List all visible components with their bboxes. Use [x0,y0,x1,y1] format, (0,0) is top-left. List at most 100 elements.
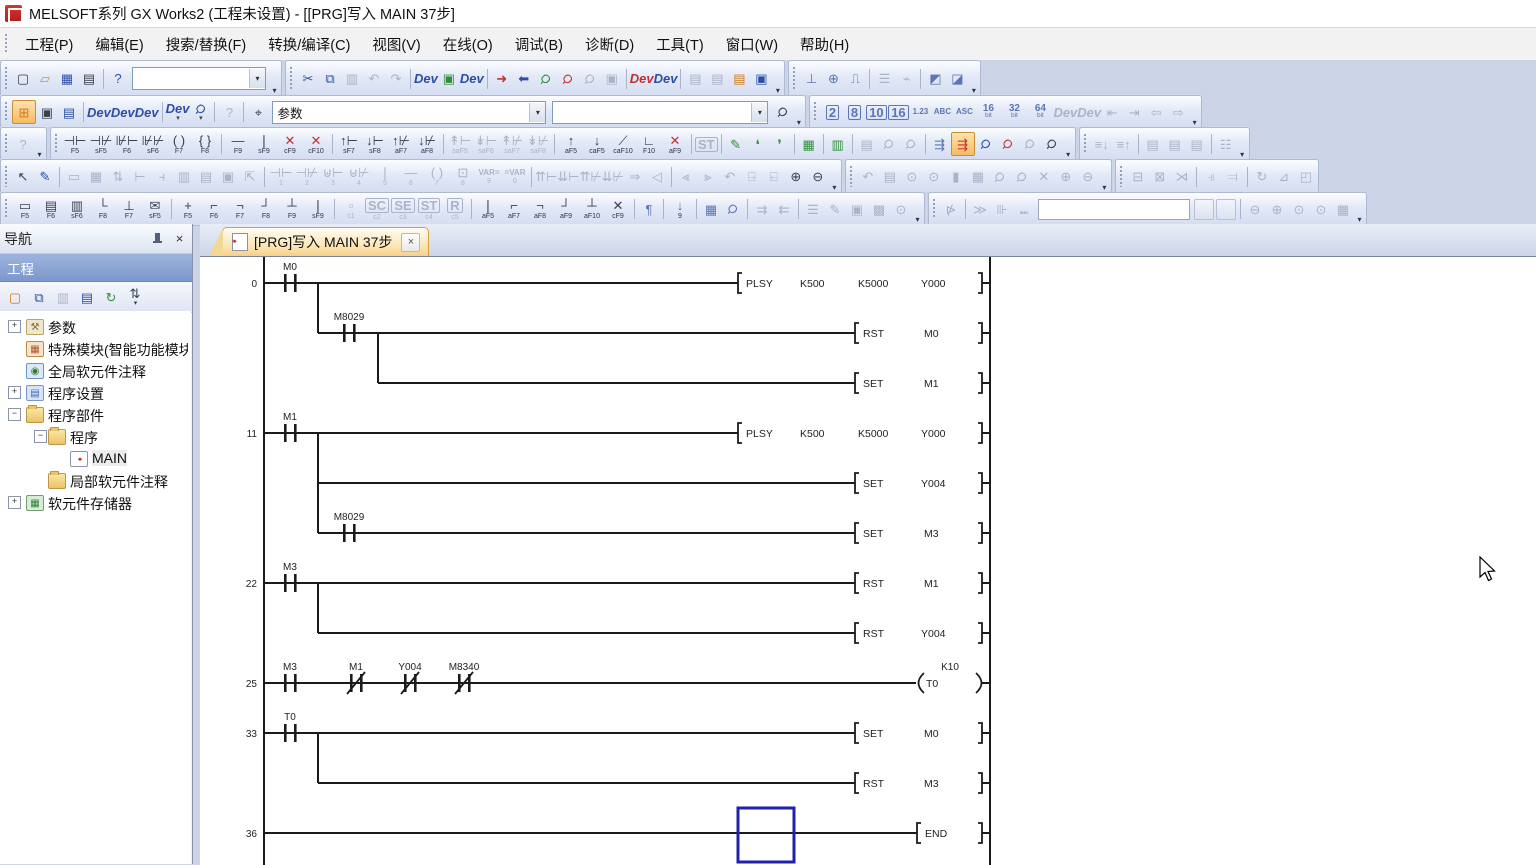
ascii-display-icon[interactable]: ASC [953,101,975,123]
new-project-icon[interactable]: ▢ [12,68,34,90]
data-info-icon[interactable]: ▤ [75,285,99,309]
toolbar-overflow-icon[interactable]: ▾ [793,95,804,130]
collapse-icon[interactable]: − [34,430,47,443]
toolbar-overflow-icon[interactable]: ▾ [34,127,45,162]
statement-table-icon[interactable]: ▦ [798,133,820,155]
device-test-icon[interactable]: ⊕ [822,68,844,90]
monitor-start-icon[interactable]: Ϙ [535,68,557,90]
pulse-gen-icon[interactable]: ⎍ [844,68,866,90]
expand-icon[interactable]: + [8,496,21,509]
new-data-icon[interactable]: ▢ [3,285,27,309]
tree-item-局部软元件注释[interactable]: 局部软元件注释 [0,469,191,491]
zoom-out-icon[interactable]: ⊖ [807,166,829,188]
toolbar-overflow-icon[interactable]: ▾ [912,192,923,227]
device-monitor-on-icon[interactable]: Dev [630,68,654,90]
tree-item-软元件存储器[interactable]: +▦软元件存储器 [0,491,191,513]
aline-2-icon[interactable]: ⌐aF7 [501,196,527,222]
line-statement-icon[interactable]: ↓9 [667,196,693,222]
cut-icon[interactable]: ✂ [297,68,319,90]
menu-6[interactable]: 调试(B) [504,30,574,59]
corner-1-icon[interactable]: ⌐F6 [201,196,227,222]
word-64bit-icon[interactable]: 64bit [1027,99,1053,125]
device-comment-edit-icon[interactable]: Dev [87,101,111,123]
comment-box-icon[interactable]: ▭F5 [12,196,38,222]
hex-display-icon[interactable]: 16 [887,101,909,123]
toolbar-overflow-icon[interactable]: ▾ [1237,127,1248,162]
find-coil-icon[interactable]: Ϙ [997,133,1019,155]
device-display-icon[interactable]: Dev▾ [166,101,190,123]
find-value-combo[interactable]: ▾ [552,101,768,124]
tree-item-程序部件[interactable]: −程序部件 [0,403,191,425]
read-from-plc-icon[interactable]: ⬅ [513,68,535,90]
toolbar-overflow-icon[interactable]: ▾ [772,60,783,98]
application-instruction-icon[interactable]: { }F8 [192,131,218,157]
line-f10-icon[interactable]: ∟F10 [636,131,662,157]
blank-button-2[interactable] [1216,199,1236,220]
tree-item-MAIN[interactable]: ◂▸MAIN [0,447,191,469]
toolbar-overflow-icon[interactable]: ▾ [968,60,979,98]
intelligent-monitor-icon[interactable]: ▣ [438,68,460,90]
batch-table-icon[interactable]: ▦ [700,198,722,220]
transfer-setup-icon[interactable]: ▤ [728,68,750,90]
coil-icon[interactable]: ( )F7 [166,131,192,157]
close-tab-icon[interactable]: × [401,233,420,252]
select-mode-icon[interactable]: ↖ [12,166,34,188]
find-target-combo[interactable]: 参数▾ [272,101,546,124]
tree-item-程序设置[interactable]: +▤程序设置 [0,381,191,403]
find-time-icon[interactable]: Ϙ [1041,133,1063,155]
blank-button-1[interactable] [1194,199,1214,220]
binary-display-icon[interactable]: 2 [821,101,843,123]
menu-0[interactable]: 工程(P) [14,30,84,59]
monitor-stop-icon[interactable]: Ϙ [557,68,579,90]
ladder-logic-test-icon[interactable]: ⊥ [800,68,822,90]
menu-3[interactable]: 转换/编译(C) [257,30,361,59]
statement-box-icon[interactable]: ▤F6 [38,196,64,222]
corner-2-icon[interactable]: ¬F7 [227,196,253,222]
project-panel-tab[interactable]: 工程 [0,254,192,282]
device-monitor-off-icon[interactable]: Dev [654,68,678,90]
expand-icon[interactable]: + [8,386,21,399]
copy-data-icon[interactable]: ⧉ [27,285,51,309]
cross-reference-icon[interactable]: ⌖ [247,101,269,123]
collapse-icon[interactable]: − [8,408,21,421]
real-display-icon[interactable]: 1.23 [909,101,931,123]
open-branch-icon[interactable]: ⊮⊢F6 [114,131,140,157]
menu-1[interactable]: 编辑(E) [84,30,154,59]
work-window-icon[interactable]: ▤ [58,101,80,123]
octal-display-icon[interactable]: 8 [843,101,865,123]
vline-2-icon[interactable]: ❘sF9 [305,196,331,222]
menu-4[interactable]: 视图(V) [361,30,431,59]
tree-item-程序[interactable]: −程序 [0,425,191,447]
abc-display-icon[interactable]: ABC [931,101,953,123]
sort-icon[interactable]: ⇅▾ [123,285,147,309]
word-16bit-icon[interactable]: 16bit [975,99,1001,125]
quick-access-combo[interactable]: ▾ [132,67,266,90]
find-device-icon[interactable]: Ϙ▾ [189,101,211,123]
aline-5-icon[interactable]: ┴aF10 [579,196,605,222]
vertical-line-icon[interactable]: ❘sF9 [251,131,277,157]
pulse-down-branch-icon[interactable]: ↓⊬aF8 [414,131,440,157]
menu-9[interactable]: 窗口(W) [715,30,789,59]
copy-icon[interactable]: ⧉ [319,68,341,90]
corner-4-icon[interactable]: ┴F9 [279,196,305,222]
note-table-icon[interactable]: ▥ [827,133,849,155]
zoom-in-icon[interactable]: ⊕ [785,166,807,188]
tee-line-icon[interactable]: ⊥F7 [116,196,142,222]
refresh-icon[interactable]: ↻ [99,285,123,309]
toolbar-overflow-icon[interactable]: ▾ [269,60,280,98]
expand-icon[interactable]: + [8,320,21,333]
corner-3-icon[interactable]: ┘F8 [253,196,279,222]
rung-comment-icon[interactable]: ¶ [638,198,660,220]
inline-st-edit-icon[interactable]: ✎ [725,133,747,155]
toolbar-overflow-icon[interactable]: ▾ [1354,192,1365,227]
device-hw-icon[interactable]: Dev [460,68,484,90]
pulse-down-contact-icon[interactable]: ↓⊢sF8 [362,131,388,157]
toolbar-overflow-icon[interactable]: ▾ [829,159,840,195]
help-icon[interactable]: ? [107,68,129,90]
tree-item-特殊模块(智能功能模块)[interactable]: ▦特殊模块(智能功能模块) [0,337,191,359]
corner-line-icon[interactable]: └F8 [90,196,116,222]
step-run-input[interactable] [1038,199,1190,220]
pulse-up-branch-icon[interactable]: ↑⊬aF7 [388,131,414,157]
track-wiring-icon[interactable]: ⇶ [929,133,951,155]
statement-edit-icon[interactable]: Dev [111,101,135,123]
